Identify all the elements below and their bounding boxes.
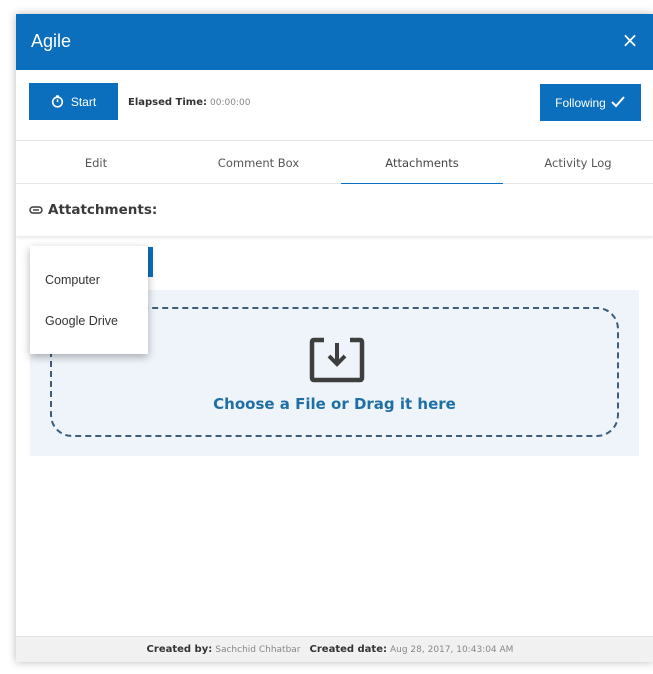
download-tray-icon: [308, 335, 366, 389]
tab-comment-box[interactable]: Comment Box: [176, 141, 341, 184]
close-button[interactable]: ×: [619, 28, 641, 52]
created-by-label: Created by:: [146, 644, 213, 655]
stopwatch-icon: [51, 95, 64, 108]
elapsed-time: Elapsed Time: 00:00:00: [128, 97, 250, 108]
upload-source-menu: Computer Google Drive: [30, 246, 148, 354]
tab-attachments[interactable]: Attachments: [341, 141, 503, 185]
menu-item-computer[interactable]: Computer: [45, 273, 100, 287]
elapsed-time-value: 00:00:00: [210, 98, 251, 108]
menu-item-google-drive[interactable]: Google Drive: [45, 314, 118, 328]
drop-zone-text: Choose a File or Drag it here: [213, 395, 456, 413]
tab-label: Comment Box: [217, 155, 300, 170]
tab-edit[interactable]: Edit: [16, 141, 176, 184]
tab-label: Edit: [84, 155, 108, 170]
attachments-heading: Attatchments:: [48, 202, 158, 218]
paperclip-icon: [29, 202, 43, 218]
following-button[interactable]: Following: [540, 84, 641, 121]
tab-label: Attachments: [385, 155, 459, 170]
tab-activity-log[interactable]: Activity Log: [503, 141, 653, 184]
modal-title: Agile: [31, 31, 72, 51]
tab-label: Activity Log: [544, 155, 612, 170]
task-modal: Agile × Start Elapsed Time: 00:00:00 Foll…: [16, 14, 653, 662]
created-date-value: Aug 28, 2017, 10:43:04 AM: [390, 644, 514, 655]
modal-footer: Created by: Sachchid Chhatbar Created da…: [16, 636, 653, 662]
following-button-label: Following: [555, 95, 606, 110]
checkmark-icon: [610, 95, 626, 111]
attachments-header: Attatchments:: [16, 184, 653, 236]
attachments-title: Attatchments:: [29, 202, 157, 218]
start-button[interactable]: Start: [29, 83, 118, 120]
created-date-label: Created date:: [309, 644, 387, 655]
created-by-value: Sachchid Chhatbar: [215, 644, 301, 655]
tab-bar: Edit Comment Box Attachments Activity Lo…: [16, 140, 653, 185]
start-button-label: Start: [70, 94, 97, 109]
elapsed-time-label: Elapsed Time:: [128, 97, 207, 108]
timer-toolbar: Start Elapsed Time: 00:00:00 Following: [16, 70, 653, 140]
modal-header: Agile ×: [16, 14, 653, 70]
